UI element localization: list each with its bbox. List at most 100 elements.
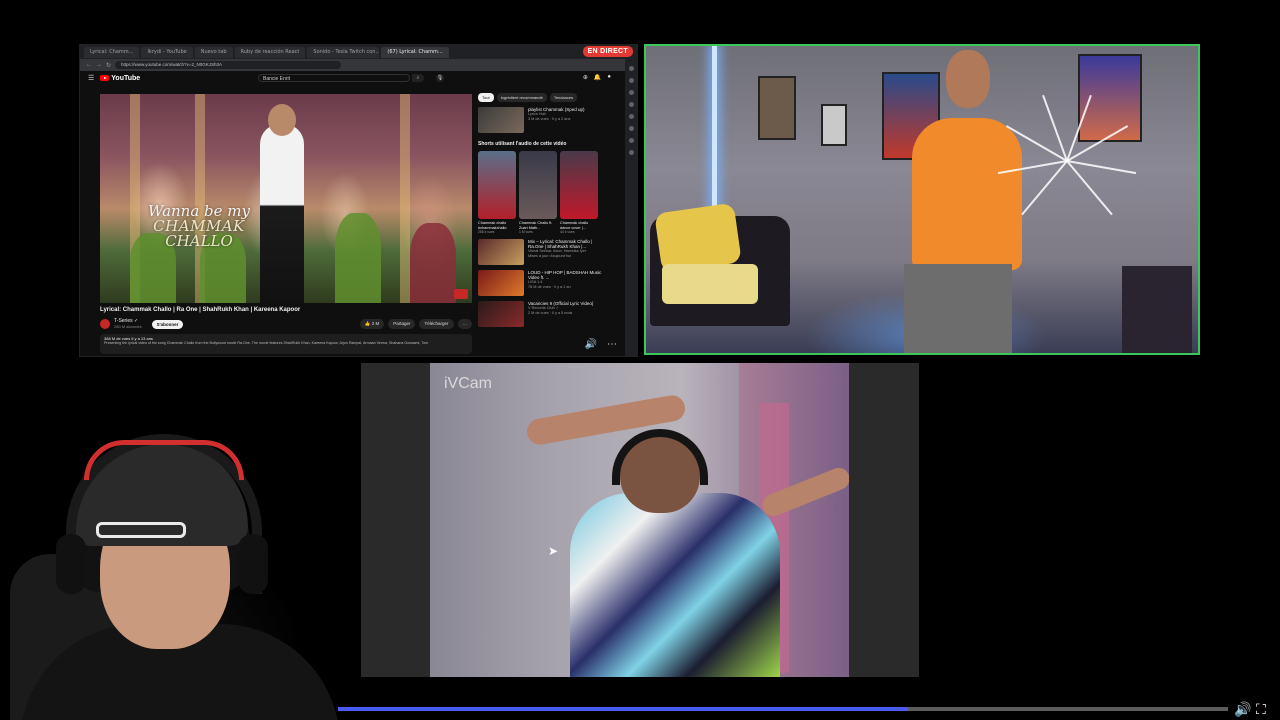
browser-player-controls: 🔊 ⋯	[585, 339, 617, 350]
youtube-header: ☰ YouTube Bancie Enrit ⌕ 🎙 ⊕ 🔔 ●	[80, 71, 625, 85]
reload-icon[interactable]: ↻	[106, 62, 111, 69]
extension-icon[interactable]	[628, 114, 634, 119]
headset-earcup	[238, 534, 268, 594]
notifications-icon[interactable]: 🔔	[594, 74, 601, 81]
short-title: Chammak challo dance cover |...	[560, 221, 589, 230]
person-head	[946, 50, 990, 108]
like-button[interactable]: 👍 2 M	[359, 319, 385, 329]
search-icon[interactable]: ⌕	[412, 74, 424, 82]
more-button[interactable]: …	[457, 319, 472, 329]
extension-icon[interactable]	[628, 150, 634, 155]
recommendation-item[interactable]: Mix – Lyrical: Chammak Challo | Ra.One |…	[478, 239, 608, 265]
more-icon[interactable]: ⋯	[607, 339, 617, 350]
channel-avatar[interactable]	[100, 319, 110, 329]
recommendation-title[interactable]: LOUD - HIP HOP | BADSHAH Music Video ft.…	[528, 270, 608, 280]
create-icon[interactable]: ⊕	[583, 74, 588, 81]
recommendation-meta: Mises à jour d'aujourd'hui	[528, 254, 571, 258]
subscribe-button[interactable]: S'abonner	[151, 319, 184, 329]
browser-tab[interactable]: Lyrical: Chamm...	[84, 46, 140, 58]
recommendation-meta: 2 M de vues · Il y a 5 mois	[528, 311, 573, 315]
description-text: Presenting the lyrical video of the song…	[104, 341, 429, 345]
extension-icon[interactable]	[628, 126, 634, 131]
url-field[interactable]: https://www.youtube.com/watch?v=2_N0GKJS…	[115, 61, 342, 69]
avatar[interactable]: ●	[607, 74, 611, 81]
short-item[interactable]: Chammak challo #chammakchallo 256 k vues	[478, 151, 516, 234]
headset-earcup	[56, 534, 86, 594]
youtube-play-icon	[100, 75, 110, 81]
video-lyric-caption: Wanna be my CHAMMAK CHALLO	[147, 202, 251, 250]
shorts-row: Chammak challo #chammakchallo 256 k vues…	[478, 151, 608, 234]
browser-tab-bar: Lyrical: Chamm... Ikrydi - YouTube Nuevo…	[80, 45, 637, 59]
short-views: 44 k vues	[560, 230, 575, 234]
wall-poster	[821, 104, 847, 146]
shelf	[1122, 266, 1192, 353]
headset-band	[84, 440, 244, 480]
video-title: Lyrical: Chammak Challo | Ra One | ShahR…	[100, 307, 301, 313]
ivcam-feed: iVCam	[430, 363, 849, 677]
video-lead-head	[268, 104, 296, 136]
recommendation-item[interactable]: LOUD - HIP HOP | BADSHAH Music Video ft.…	[478, 270, 608, 296]
address-bar: ← → ↻ https://www.youtube.com/watch?v=2_…	[80, 59, 637, 71]
recommendation-item[interactable]: playlist Chammak (Sped up) Lyrics Hub 3 …	[478, 107, 608, 133]
recommendation-meta: 78 M de vues · Il y a 1 an	[528, 285, 571, 289]
ivcam-watermark: iVCam	[444, 375, 493, 392]
sofa-seat	[662, 264, 758, 304]
browser-tab[interactable]: Nuevo tab	[194, 46, 233, 58]
extension-icon[interactable]	[628, 66, 634, 71]
neon-light	[712, 46, 717, 226]
chip[interactable]: Tendances	[549, 93, 578, 102]
share-button[interactable]: Partager	[388, 319, 416, 329]
channel-row: T-Series ✓ 280 M abonnés S'abonner 👍 2 M…	[100, 318, 472, 330]
webcam-right	[644, 44, 1200, 355]
extension-icon[interactable]	[628, 78, 634, 83]
recommendation-thumbnail[interactable]	[478, 301, 524, 327]
menu-icon[interactable]: ☰	[88, 74, 94, 82]
recommendation-item[interactable]: Vacancies 9 (Official Lyric Video) V Rec…	[478, 301, 608, 327]
video-player[interactable]: Wanna be my CHAMMAK CHALLO	[100, 94, 472, 303]
recommendation-thumbnail[interactable]	[478, 107, 524, 133]
chip-all[interactable]: Tout	[478, 93, 494, 102]
short-thumbnail[interactable]	[519, 151, 557, 219]
streamer-facecam	[0, 434, 340, 720]
browser-tab[interactable]: Ikrydi - YouTube	[141, 46, 193, 58]
short-thumbnail[interactable]	[478, 151, 516, 219]
youtube-search-input[interactable]: Bancie Enrit	[258, 74, 410, 82]
filter-chips: Tout Ingrédient recommandé Tendances	[478, 93, 608, 102]
browser-tab-active[interactable]: (67) Lyrical: Chamm...	[381, 46, 449, 58]
mic-icon[interactable]: 🎙	[436, 74, 444, 82]
chip[interactable]: Ingrédient recommandé	[496, 93, 547, 102]
youtube-logo[interactable]: YouTube	[100, 75, 140, 82]
forward-icon[interactable]: →	[96, 62, 102, 68]
extension-icon[interactable]	[628, 90, 634, 95]
short-title: Chammak Challo ft. Zuari Math...	[519, 221, 553, 230]
live-badge: EN DIRECT	[582, 46, 633, 57]
browser-tab[interactable]: Sonido - Tesla Twitch con...	[307, 46, 380, 58]
lamp-ray	[1042, 94, 1068, 162]
recommendations-sidebar: Tout Ingrédient recommandé Tendances pla…	[478, 93, 608, 353]
wall-poster	[758, 76, 796, 140]
extension-icon[interactable]	[628, 102, 634, 107]
browser-tab[interactable]: Ruby de reacción React	[234, 46, 306, 58]
fullscreen-icon[interactable]: ⛶	[1256, 700, 1266, 718]
back-icon[interactable]: ←	[86, 62, 92, 68]
playback-progress-bar[interactable]	[338, 707, 1228, 711]
browser-capture: Lyrical: Chamm... Ikrydi - YouTube Nuevo…	[79, 44, 638, 357]
recommendation-thumbnail[interactable]	[478, 239, 524, 265]
volume-icon[interactable]: 🔊	[1234, 700, 1251, 718]
short-thumbnail[interactable]	[560, 151, 598, 219]
cushion	[654, 202, 742, 274]
recommendation-title[interactable]: Mix – Lyrical: Chammak Challo | Ra.One |…	[528, 239, 608, 249]
recommendation-meta: 3 M de vues · Il y a 2 ans	[528, 117, 571, 121]
extensions-column	[625, 59, 637, 356]
download-button[interactable]: Télécharger	[419, 319, 454, 329]
short-views: 256 k vues	[478, 230, 495, 234]
description-box[interactable]: 388 M de vues Il y a 13 ans Presenting t…	[100, 334, 472, 354]
short-item[interactable]: Chammak challo dance cover |... 44 k vue…	[560, 151, 598, 234]
volume-icon[interactable]: 🔊	[585, 339, 597, 350]
person-pants	[904, 264, 1012, 353]
recommendation-thumbnail[interactable]	[478, 270, 524, 296]
extension-icon[interactable]	[628, 138, 634, 143]
shorts-heading: Shorts utilisant l'audio de cette vidéo	[478, 141, 567, 147]
subscriber-count: 280 M abonnés	[114, 324, 142, 329]
short-item[interactable]: Chammak Challo ft. Zuari Math... 1 M vue…	[519, 151, 557, 234]
